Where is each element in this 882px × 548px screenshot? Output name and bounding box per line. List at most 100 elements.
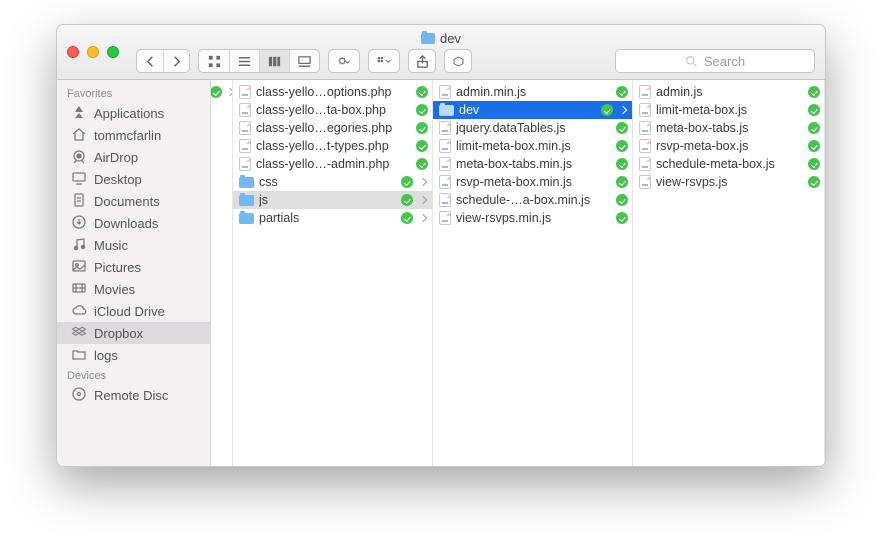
minimize-button[interactable]: [87, 46, 99, 58]
item-name: jquery.dataTables.js: [456, 121, 611, 135]
group-menu-button[interactable]: [369, 50, 399, 72]
column-2: admin.min.js dev jquery.dataTables.js limit…: [433, 80, 633, 466]
file-row[interactable]: rsvp-meta-box.js: [633, 137, 824, 155]
folder-row[interactable]: dev: [433, 101, 632, 119]
file-row[interactable]: class-yello…options.php: [233, 83, 432, 101]
file-icon: [239, 121, 251, 135]
sync-badge-icon: [808, 122, 820, 134]
file-row[interactable]: view-rsvps.js: [633, 173, 824, 191]
sidebar-item-logs[interactable]: logs: [57, 344, 210, 366]
sync-badge-icon: [808, 158, 820, 170]
item-name: limit-meta-box.min.js: [456, 139, 611, 153]
file-row[interactable]: jquery.dataTables.js: [433, 119, 632, 137]
item-name: admin.js: [656, 85, 803, 99]
column-view-button[interactable]: [259, 50, 289, 72]
icon-view-button[interactable]: [199, 50, 229, 72]
file-row[interactable]: limit-meta-box.min.js: [433, 137, 632, 155]
sidebar-section-header: Devices: [57, 366, 210, 384]
item-name: view-rsvps.js: [656, 175, 803, 189]
sidebar-item-applications[interactable]: Applications: [57, 102, 210, 124]
sync-badge-icon: [401, 212, 413, 224]
sidebar-item-movies[interactable]: Movies: [57, 278, 210, 300]
disc-icon: [71, 386, 87, 405]
sidebar-item-pictures[interactable]: Pictures: [57, 256, 210, 278]
airdrop-icon: [71, 148, 87, 167]
file-row[interactable]: schedule-…a-box.min.js: [433, 191, 632, 209]
chevron-right-icon: [419, 214, 427, 222]
music-icon: [71, 236, 87, 255]
file-row[interactable]: limit-meta-box.js: [633, 101, 824, 119]
file-icon: [239, 103, 251, 117]
sync-badge-icon: [616, 194, 628, 206]
folder-row[interactable]: js: [233, 191, 432, 209]
content-body: FavoritesApplicationstommcfarlinAirDropD…: [57, 80, 825, 466]
sidebar-item-downloads[interactable]: Downloads: [57, 212, 210, 234]
chevron-right-icon: [619, 106, 627, 114]
file-row[interactable]: admin.min.js: [433, 83, 632, 101]
column-3: admin.js limit-meta-box.js meta-box-tabs.j…: [633, 80, 825, 466]
file-icon: [639, 103, 651, 117]
sync-badge-icon: [616, 86, 628, 98]
file-row[interactable]: rsvp-meta-box.min.js: [433, 173, 632, 191]
search-icon: [685, 55, 698, 68]
file-row[interactable]: class-yello…ta-box.php: [233, 101, 432, 119]
item-name: meta-box-tabs.js: [656, 121, 803, 135]
sync-badge-icon: [416, 122, 428, 134]
nav-buttons: [136, 49, 190, 73]
item-name: meta-box-tabs.min.js: [456, 157, 611, 171]
item-name: dev: [459, 103, 596, 117]
sidebar-item-label: Remote Disc: [94, 388, 168, 403]
folder-icon: [239, 177, 254, 188]
sidebar-item-remote-disc[interactable]: Remote Disc: [57, 384, 210, 406]
file-row[interactable]: class-yello…egories.php: [233, 119, 432, 137]
sidebar-item-desktop[interactable]: Desktop: [57, 168, 210, 190]
back-button[interactable]: [137, 50, 163, 72]
share-button[interactable]: [409, 50, 435, 72]
window-title: dev: [57, 31, 825, 46]
sidebar: FavoritesApplicationstommcfarlinAirDropD…: [57, 80, 211, 466]
item-name: js: [259, 193, 396, 207]
sidebar-item-dropbox[interactable]: Dropbox: [57, 322, 210, 344]
file-row[interactable]: admin.js: [633, 83, 824, 101]
file-icon: [439, 157, 451, 171]
chevron-right-icon: [226, 88, 233, 96]
sidebar-item-music[interactable]: Music: [57, 234, 210, 256]
close-button[interactable]: [67, 46, 79, 58]
folder-row[interactable]: [211, 83, 232, 101]
sidebar-item-tommcfarlin[interactable]: tommcfarlin: [57, 124, 210, 146]
file-icon: [439, 121, 451, 135]
tags-button[interactable]: [445, 50, 471, 72]
file-icon: [439, 193, 451, 207]
view-mode-buttons: [198, 49, 320, 73]
sidebar-item-label: Music: [94, 238, 128, 253]
item-name: css: [259, 175, 396, 189]
sidebar-item-label: Desktop: [94, 172, 142, 187]
list-view-button[interactable]: [229, 50, 259, 72]
sidebar-item-documents[interactable]: Documents: [57, 190, 210, 212]
gallery-view-button[interactable]: [289, 50, 319, 72]
sidebar-item-label: tommcfarlin: [94, 128, 161, 143]
file-row[interactable]: meta-box-tabs.js: [633, 119, 824, 137]
sidebar-item-label: AirDrop: [94, 150, 138, 165]
forward-button[interactable]: [163, 50, 189, 72]
titlebar: dev: [57, 25, 825, 80]
folder-row[interactable]: partials: [233, 209, 432, 227]
file-row[interactable]: schedule-meta-box.js: [633, 155, 824, 173]
file-row[interactable]: class-yello…-admin.php: [233, 155, 432, 173]
sidebar-item-airdrop[interactable]: AirDrop: [57, 146, 210, 168]
folder-row[interactable]: css: [233, 173, 432, 191]
file-icon: [639, 85, 651, 99]
action-menu-button[interactable]: [329, 50, 359, 72]
item-name: limit-meta-box.js: [656, 103, 803, 117]
item-name: class-yello…ta-box.php: [256, 103, 411, 117]
file-row[interactable]: class-yello…t-types.php: [233, 137, 432, 155]
finder-window: dev: [56, 24, 826, 467]
maximize-button[interactable]: [107, 46, 119, 58]
sidebar-item-label: Dropbox: [94, 326, 143, 341]
sidebar-item-icloud-drive[interactable]: iCloud Drive: [57, 300, 210, 322]
pictures-icon: [71, 258, 87, 277]
file-row[interactable]: view-rsvps.min.js: [433, 209, 632, 227]
search-field[interactable]: Search: [615, 49, 815, 73]
folder-icon: [439, 105, 454, 116]
file-row[interactable]: meta-box-tabs.min.js: [433, 155, 632, 173]
